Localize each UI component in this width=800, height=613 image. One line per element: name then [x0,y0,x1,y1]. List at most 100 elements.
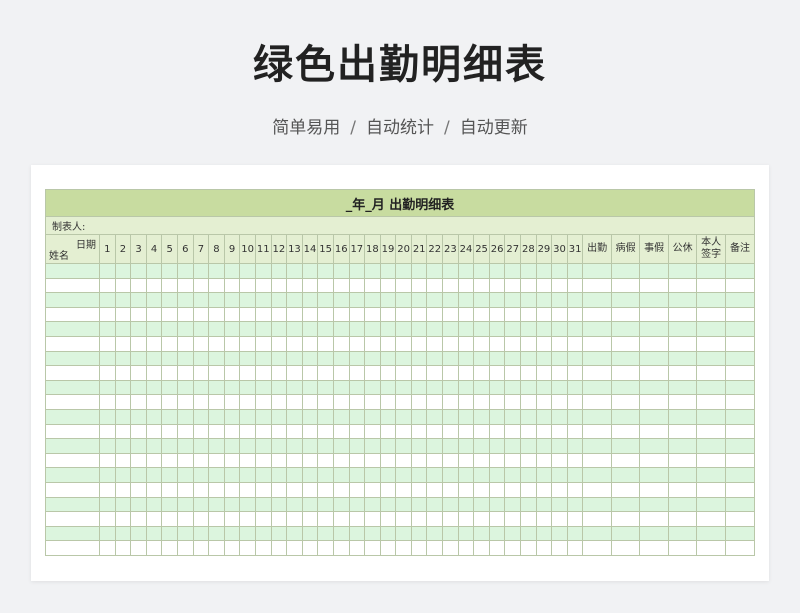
day-cell[interactable] [254,496,272,513]
day-cell[interactable] [317,263,334,279]
day-cell[interactable] [410,540,428,556]
day-cell[interactable] [348,481,366,498]
day-cell[interactable] [410,481,428,498]
summary-cell[interactable] [610,321,641,337]
name-cell[interactable] [44,540,101,556]
day-cell[interactable] [535,438,553,454]
summary-cell[interactable] [582,292,612,308]
day-cell[interactable] [551,365,568,381]
day-cell[interactable] [145,525,163,542]
day-cell[interactable] [473,306,490,323]
day-cell[interactable] [426,438,444,454]
day-cell[interactable] [488,438,506,454]
day-cell[interactable] [551,321,568,337]
day-header-7[interactable]: 7 [192,234,210,264]
day-cell[interactable] [192,540,210,556]
day-cell[interactable] [520,394,537,410]
day-cell[interactable] [364,467,381,483]
day-cell[interactable] [504,438,522,454]
day-cell[interactable] [379,408,397,425]
summary-cell[interactable] [610,350,641,367]
day-cell[interactable] [208,540,225,556]
summary-cell[interactable] [639,335,669,352]
day-cell[interactable] [223,467,241,483]
day-cell[interactable] [348,525,366,542]
day-cell[interactable] [348,511,366,527]
day-cell[interactable] [145,496,163,513]
day-cell[interactable] [488,292,506,308]
day-cell[interactable] [270,277,288,294]
day-cell[interactable] [301,263,319,279]
day-cell[interactable] [410,511,428,527]
day-cell[interactable] [426,365,444,381]
day-cell[interactable] [223,321,241,337]
day-cell[interactable] [239,379,256,396]
day-cell[interactable] [239,481,256,498]
summary-cell[interactable] [639,292,669,308]
day-cell[interactable] [551,525,568,542]
day-cell[interactable] [457,540,475,556]
day-cell[interactable] [192,408,210,425]
summary-cell[interactable] [582,408,612,425]
day-cell[interactable] [488,365,506,381]
day-cell[interactable] [566,365,584,381]
day-cell[interactable] [239,540,256,556]
summary-cell[interactable] [696,321,726,337]
day-cell[interactable] [99,496,116,513]
day-cell[interactable] [301,423,319,440]
day-cell[interactable] [410,379,428,396]
day-cell[interactable] [254,335,272,352]
day-cell[interactable] [457,379,475,396]
day-cell[interactable] [145,408,163,425]
day-cell[interactable] [488,306,506,323]
day-cell[interactable] [332,365,350,381]
day-cell[interactable] [286,525,303,542]
day-cell[interactable] [208,350,225,367]
summary-cell[interactable] [610,496,641,513]
day-cell[interactable] [286,263,303,279]
day-cell[interactable] [332,438,350,454]
summary-header-3[interactable]: 事假 [639,234,669,264]
day-cell[interactable] [223,481,241,498]
day-cell[interactable] [535,496,553,513]
day-cell[interactable] [317,408,334,425]
day-cell[interactable] [114,292,132,308]
summary-cell[interactable] [610,335,641,352]
day-cell[interactable] [395,481,412,498]
summary-cell[interactable] [582,277,612,294]
day-cell[interactable] [301,511,319,527]
day-cell[interactable] [348,350,366,367]
name-cell[interactable] [44,277,101,294]
day-header-12[interactable]: 12 [270,234,288,264]
summary-cell[interactable] [724,365,756,381]
day-cell[interactable] [239,423,256,440]
summary-cell[interactable] [582,263,612,279]
day-cell[interactable] [301,292,319,308]
day-cell[interactable] [145,379,163,396]
day-cell[interactable] [535,525,553,542]
summary-cell[interactable] [696,540,726,556]
day-cell[interactable] [442,481,459,498]
day-cell[interactable] [301,481,319,498]
day-header-27[interactable]: 27 [504,234,522,264]
maker-label[interactable]: 制表人: [45,216,755,235]
day-cell[interactable] [192,306,210,323]
summary-cell[interactable] [639,540,669,556]
day-cell[interactable] [301,335,319,352]
summary-cell[interactable] [639,379,669,396]
day-cell[interactable] [426,467,444,483]
day-cell[interactable] [270,350,288,367]
day-cell[interactable] [395,423,412,440]
day-cell[interactable] [145,438,163,454]
summary-cell[interactable] [667,321,698,337]
summary-cell[interactable] [667,277,698,294]
day-cell[interactable] [332,379,350,396]
day-cell[interactable] [223,525,241,542]
summary-header-4[interactable]: 公休 [667,234,698,264]
day-cell[interactable] [457,394,475,410]
day-cell[interactable] [566,379,584,396]
day-cell[interactable] [208,408,225,425]
summary-cell[interactable] [724,321,756,337]
day-cell[interactable] [317,481,334,498]
day-cell[interactable] [286,335,303,352]
